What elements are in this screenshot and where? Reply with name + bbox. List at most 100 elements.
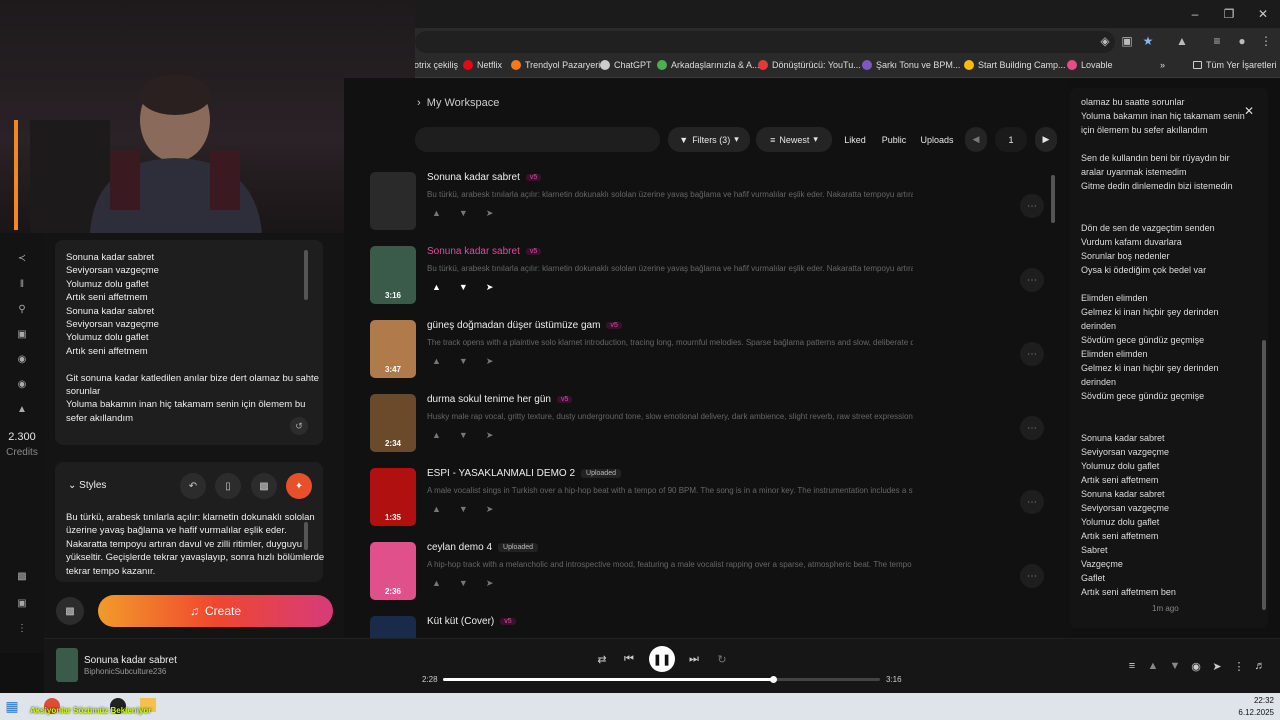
song-title[interactable]: durma sokul tenime her gün v5: [427, 394, 573, 405]
more-icon[interactable]: ⋯: [1020, 194, 1044, 218]
more-icon[interactable]: ⋯: [1020, 416, 1044, 440]
bookmarks-more-button[interactable]: »: [1160, 60, 1165, 70]
song-thumbnail[interactable]: 2:34: [370, 394, 416, 452]
share-icon[interactable]: ➤: [486, 430, 494, 441]
share-icon[interactable]: ≺: [15, 251, 29, 265]
song-title[interactable]: Küt küt (Cover) v5: [427, 616, 516, 627]
song-row[interactable]: 3:47 güneş doğmadan düşer üstümüze gam v5 T…: [370, 320, 1060, 390]
like-icon[interactable]: ▲: [432, 282, 441, 293]
song-thumbnail[interactable]: 3:16: [370, 246, 416, 304]
shuffle-icon[interactable]: ⇄: [595, 652, 609, 666]
clock-date[interactable]: 6.12.2025: [1220, 708, 1274, 717]
player-artist[interactable]: BiphonicSubculture236: [84, 667, 166, 676]
bookmark-icon[interactable]: ▯: [215, 473, 241, 499]
document-icon[interactable]: ▣: [15, 596, 29, 610]
queue-icon[interactable]: ≡: [1126, 660, 1138, 672]
clock-time[interactable]: 22:32: [1236, 696, 1274, 705]
volume-icon[interactable]: ♬: [1254, 660, 1266, 672]
like-icon[interactable]: ▲: [432, 356, 441, 367]
more-icon[interactable]: ⋮: [1233, 660, 1245, 673]
profile-icon[interactable]: ●: [1235, 34, 1249, 48]
clear-button[interactable]: ▩: [56, 597, 84, 625]
media-icon[interactable]: ≡: [1210, 34, 1224, 48]
restore-icon[interactable]: ❐: [1212, 0, 1246, 28]
menu-dots-icon[interactable]: ⋮: [1259, 34, 1273, 48]
song-thumbnail[interactable]: 2:36: [370, 542, 416, 600]
like-icon[interactable]: ▲: [432, 504, 441, 515]
bookmark-item[interactable]: Şarkı Tonu ve BPM...: [862, 60, 960, 70]
library-icon[interactable]: ‖: [15, 277, 29, 291]
all-bookmarks-button[interactable]: Tüm Yer İşaretleri: [1193, 60, 1277, 70]
progress-handle[interactable]: [769, 676, 777, 683]
song-row[interactable]: 3:16 Sonuna kadar sabret v5 Bu türkü, arabe…: [370, 246, 1060, 316]
breadcrumb[interactable]: › My Workspace: [417, 97, 499, 109]
tab-public[interactable]: Public: [878, 127, 910, 152]
song-title[interactable]: Sonuna kadar sabret v5: [427, 246, 542, 257]
dislike-icon[interactable]: ▼: [459, 356, 468, 367]
tab-uploads[interactable]: Uploads: [918, 127, 956, 152]
song-row[interactable]: 2:34 durma sokul tenime her gün v5 Husky ma…: [370, 394, 1060, 464]
comment-icon[interactable]: ◉: [1190, 660, 1202, 673]
translate-icon[interactable]: ◈: [1098, 34, 1112, 48]
lyrics-panel-scrollbar[interactable]: [1262, 340, 1266, 610]
like-icon[interactable]: ▲: [1147, 660, 1159, 672]
dislike-icon[interactable]: ▼: [459, 504, 468, 515]
share-icon[interactable]: ➤: [486, 504, 494, 515]
bookmark-item[interactable]: Netflix: [463, 60, 502, 70]
page-number[interactable]: 1: [995, 127, 1027, 152]
dislike-icon[interactable]: ▼: [459, 430, 468, 441]
share-icon[interactable]: ➤: [486, 356, 494, 367]
share-icon[interactable]: ➤: [486, 282, 494, 293]
bookmark-item[interactable]: ChatGPT: [600, 60, 652, 70]
filters-button[interactable]: ▼ Filters (3) ▾: [668, 127, 750, 152]
extensions-icon[interactable]: ▲: [1175, 34, 1189, 48]
magic-wand-icon[interactable]: ✦: [286, 473, 312, 499]
song-title[interactable]: güneş doğmadan düşer üstümüze gam v5: [427, 320, 622, 331]
styles-header[interactable]: ⌄ Styles: [68, 480, 106, 491]
bookmark-item[interactable]: Start Building Camp...: [964, 60, 1066, 70]
bookmark-item[interactable]: Dönüştürücü: YouTu...: [758, 60, 861, 70]
more-icon[interactable]: ⋯: [1020, 564, 1044, 588]
more-options-icon[interactable]: ⋮: [15, 621, 29, 635]
dislike-icon[interactable]: ▼: [459, 578, 468, 589]
close-window-icon[interactable]: ✕: [1246, 0, 1280, 28]
like-icon[interactable]: ▲: [432, 430, 441, 441]
prev-page-icon[interactable]: ◀: [965, 127, 987, 152]
previous-icon[interactable]: ⏮: [622, 652, 636, 666]
more-icon[interactable]: ⋯: [1020, 268, 1044, 292]
notification-bell-icon[interactable]: ▲: [15, 402, 29, 416]
dislike-icon[interactable]: ▼: [459, 208, 468, 219]
like-icon[interactable]: ▲: [432, 578, 441, 589]
styles-scrollbar[interactable]: [304, 522, 308, 550]
address-field[interactable]: [415, 31, 1115, 53]
song-title[interactable]: ESPI - YASAKLANMALI DEMO 2 Uploaded: [427, 468, 621, 479]
player-cover[interactable]: [56, 648, 78, 682]
next-icon[interactable]: ⏭: [687, 652, 701, 666]
song-row[interactable]: Sonuna kadar sabret v5 Bu türkü, arabesk t…: [370, 172, 1060, 242]
song-thumbnail[interactable]: 3:47: [370, 320, 416, 378]
cast-icon[interactable]: ▣: [1120, 34, 1134, 48]
tab-liked[interactable]: Liked: [840, 127, 870, 152]
more-icon[interactable]: ⋯: [1020, 490, 1044, 514]
delete-icon[interactable]: ▩: [251, 473, 277, 499]
minimize-icon[interactable]: –: [1178, 0, 1212, 28]
bookmark-item[interactable]: Trendyol Pazaryeri: [511, 60, 600, 70]
close-icon[interactable]: ✕: [1242, 104, 1256, 118]
windows-start-icon[interactable]: ▦: [4, 698, 20, 714]
player-title[interactable]: Sonuna kadar sabret: [84, 655, 177, 666]
song-row[interactable]: 2:36 ceylan demo 4 Uploaded A hip-hop track…: [370, 542, 1060, 612]
search-input[interactable]: [415, 127, 660, 152]
radio-icon[interactable]: ◉: [15, 377, 29, 391]
sort-button[interactable]: ≡ Newest ▾: [756, 127, 832, 152]
gift-icon[interactable]: ▩: [15, 569, 29, 583]
lyrics-scrollbar[interactable]: [304, 250, 308, 300]
list-scrollbar[interactable]: [1051, 175, 1055, 223]
like-icon[interactable]: ▲: [432, 208, 441, 219]
more-icon[interactable]: ⋯: [1020, 342, 1044, 366]
bookmark-star-icon[interactable]: ★: [1141, 34, 1155, 48]
share-icon[interactable]: ➤: [1211, 660, 1223, 673]
share-icon[interactable]: ➤: [486, 208, 494, 219]
dislike-icon[interactable]: ▼: [459, 282, 468, 293]
pause-icon[interactable]: ❚❚: [649, 646, 675, 672]
song-row[interactable]: 1:35 ESPI - YASAKLANMALI DEMO 2 Uploaded A …: [370, 468, 1060, 538]
